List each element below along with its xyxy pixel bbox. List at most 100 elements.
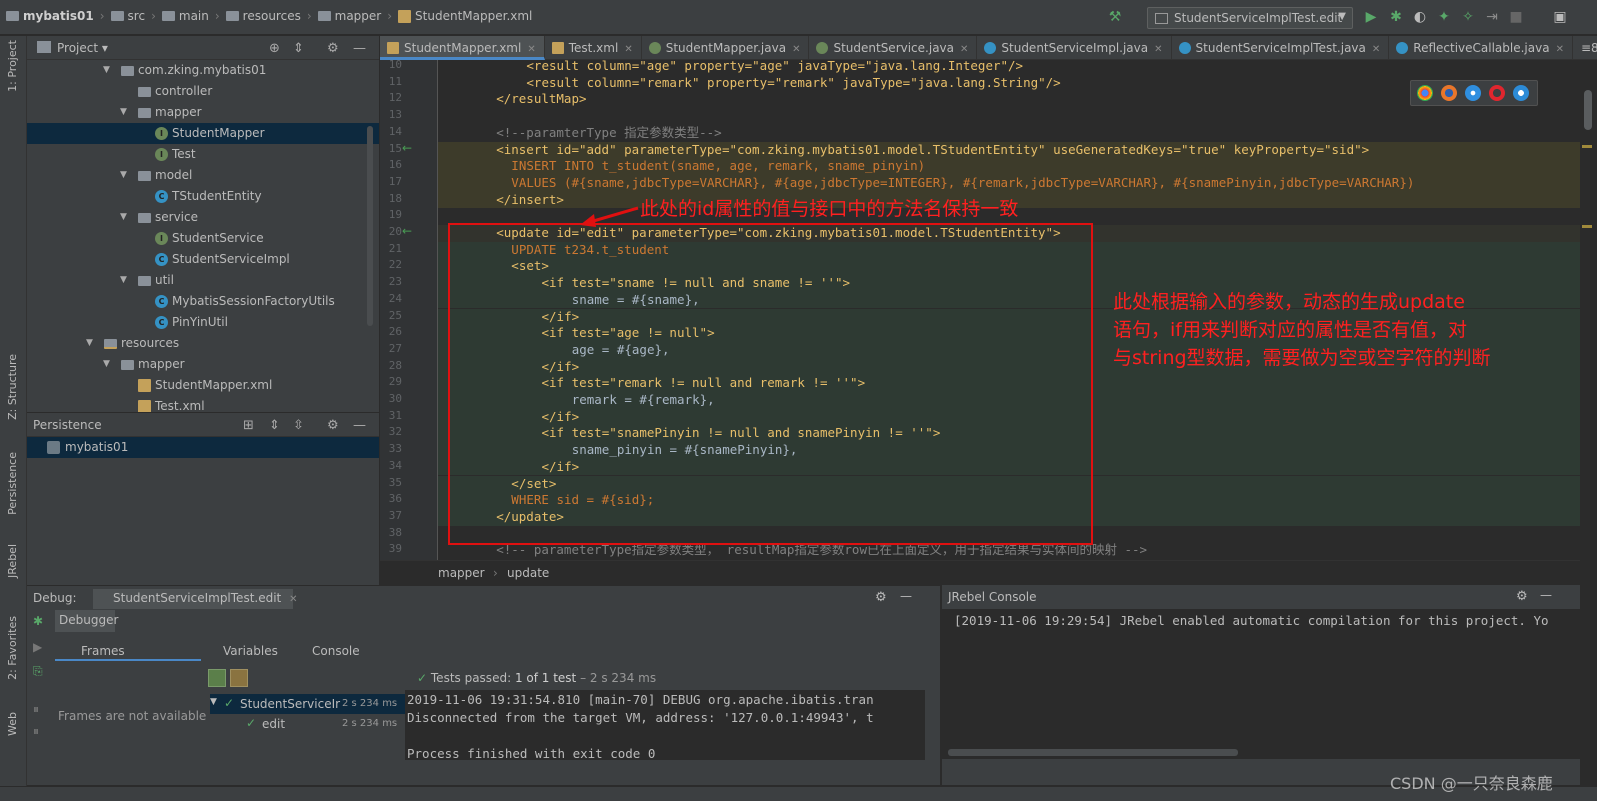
tree-item[interactable]: controller bbox=[27, 81, 379, 102]
chevron-down-icon[interactable]: ▼ bbox=[120, 270, 127, 291]
tabs-overflow[interactable]: ≡8 bbox=[1573, 36, 1597, 59]
expand-icon[interactable]: ⇕ bbox=[269, 418, 280, 433]
collapse-icon[interactable]: ⇳ bbox=[293, 418, 304, 433]
tree-item[interactable]: C StudentServiceImpl bbox=[27, 249, 379, 270]
tree-item[interactable]: ▼ resources bbox=[27, 333, 379, 354]
persistence-item[interactable]: mybatis01 bbox=[27, 437, 379, 458]
close-icon[interactable]: ✕ bbox=[960, 44, 968, 55]
project-structure-icon[interactable]: ▣ bbox=[1552, 9, 1568, 25]
tree-item[interactable]: ▼ service bbox=[27, 207, 379, 228]
tree-item[interactable]: I StudentMapper bbox=[27, 123, 379, 144]
tree-item[interactable]: C TStudentEntity bbox=[27, 186, 379, 207]
safari-icon[interactable] bbox=[1465, 85, 1481, 101]
run-icon[interactable]: ▶ bbox=[1363, 9, 1379, 25]
gear-icon[interactable]: ⚙ bbox=[875, 590, 887, 605]
close-icon[interactable]: ✕ bbox=[1556, 44, 1564, 55]
tree-scrollbar[interactable] bbox=[367, 126, 373, 326]
tree-item[interactable]: C MybatisSessionFactoryUtils bbox=[27, 291, 379, 312]
chevron-down-icon[interactable]: ▼ bbox=[103, 60, 110, 81]
gear-icon[interactable]: ⚙ bbox=[1516, 589, 1528, 604]
ignored-filter-icon[interactable] bbox=[230, 669, 248, 687]
editor-tab[interactable]: StudentMapper.xml ✕ bbox=[380, 36, 545, 60]
jrebel-debug-icon[interactable]: ✧ bbox=[1460, 9, 1476, 25]
tree-item[interactable]: ▼ mapper bbox=[27, 102, 379, 123]
stop-icon[interactable]: ■ bbox=[1508, 9, 1524, 25]
mute-icon[interactable]: ⏸ bbox=[33, 724, 39, 739]
close-icon[interactable]: ✕ bbox=[527, 44, 535, 55]
minimize-icon[interactable]: — bbox=[900, 589, 912, 603]
breadcrumb-item[interactable]: mybatis01 bbox=[6, 9, 94, 23]
build-hammer-icon[interactable]: ⚒ bbox=[1107, 9, 1123, 25]
frames-tab[interactable]: Frames bbox=[55, 641, 201, 661]
editor-tab[interactable]: StudentMapper.java ✕ bbox=[642, 36, 810, 60]
breadcrumb-item[interactable]: main bbox=[161, 9, 209, 23]
chevron-down-icon[interactable]: ▼ bbox=[120, 207, 127, 228]
minimize-icon[interactable]: — bbox=[353, 41, 366, 56]
editor-tab[interactable]: StudentServiceImplTest.java ✕ bbox=[1172, 36, 1390, 60]
locate-icon[interactable]: ⊕ bbox=[269, 41, 280, 56]
attach-icon[interactable]: ⇥ bbox=[1484, 9, 1500, 25]
gear-icon[interactable]: ⚙ bbox=[327, 418, 339, 433]
chevron-down-icon[interactable]: ▼ bbox=[120, 165, 127, 186]
chevron-down-icon[interactable]: ▼ bbox=[103, 354, 110, 375]
diagram-icon[interactable]: ⊞ bbox=[243, 418, 254, 433]
pause-icon[interactable]: ⏸ bbox=[33, 702, 39, 717]
test-row[interactable]: ▼ ✓ StudentServiceIr 2 s 234 ms bbox=[210, 694, 420, 714]
editor-scrollbar[interactable] bbox=[1580, 60, 1597, 585]
tree-item[interactable]: ▼ util bbox=[27, 270, 379, 291]
breadcrumb-item[interactable]: src bbox=[110, 9, 145, 23]
breadcrumb-item[interactable]: resources bbox=[225, 9, 301, 23]
implementation-arrow-icon[interactable]: ← bbox=[402, 224, 412, 238]
test-row[interactable]: ✓ edit 2 s 234 ms bbox=[210, 714, 420, 734]
collapse-icon[interactable]: ⇕ bbox=[293, 41, 304, 56]
close-icon[interactable]: ✕ bbox=[1154, 44, 1162, 55]
gear-icon[interactable]: ⚙ bbox=[327, 41, 339, 56]
editor-tab[interactable]: StudentServiceImpl.java ✕ bbox=[977, 36, 1172, 60]
console-tab[interactable]: Console bbox=[292, 641, 372, 661]
rerun-icon[interactable]: ✱ bbox=[33, 614, 43, 628]
resume-icon[interactable]: ▶ bbox=[33, 640, 42, 654]
implementation-arrow-icon[interactable]: ← bbox=[402, 141, 412, 155]
tab-persistence[interactable]: Persistence bbox=[6, 452, 19, 515]
jrebel-console-output[interactable]: [2019-11-06 19:29:54] JRebel enabled aut… bbox=[942, 609, 1581, 759]
tree-item[interactable]: C PinYinUtil bbox=[27, 312, 379, 333]
minimize-icon[interactable]: — bbox=[1540, 588, 1552, 602]
breadcrumb-item[interactable]: mapper bbox=[317, 9, 381, 23]
breadcrumb-mapper[interactable]: mapper bbox=[438, 566, 485, 580]
tree-item[interactable]: ▼ com.zking.mybatis01 bbox=[27, 60, 379, 81]
opera-icon[interactable] bbox=[1489, 85, 1505, 101]
project-panel-title[interactable]: Project ▾ bbox=[57, 41, 108, 55]
ie-icon[interactable] bbox=[1513, 85, 1529, 101]
tree-item[interactable]: ▼ model bbox=[27, 165, 379, 186]
scrollbar-thumb[interactable] bbox=[1584, 90, 1592, 130]
stop-icon[interactable]: ⎘ bbox=[33, 664, 43, 679]
tree-item[interactable]: I Test bbox=[27, 144, 379, 165]
minimize-icon[interactable]: — bbox=[353, 418, 366, 433]
tab-structure[interactable]: Z: Structure bbox=[6, 354, 19, 420]
debug-bug-icon[interactable]: ✱ bbox=[1388, 9, 1404, 25]
editor-tab[interactable]: Test.xml ✕ bbox=[545, 36, 642, 60]
editor-tab[interactable]: ReflectiveCallable.java ✕ bbox=[1389, 36, 1573, 60]
close-icon[interactable]: ✕ bbox=[792, 44, 800, 55]
debugger-tab[interactable]: Debugger bbox=[55, 610, 118, 632]
tab-favorites[interactable]: 2: Favorites bbox=[6, 616, 19, 680]
tree-item[interactable]: StudentMapper.xml bbox=[27, 375, 379, 396]
tab-web[interactable]: Web bbox=[6, 712, 19, 736]
passed-filter-icon[interactable] bbox=[208, 669, 226, 687]
chrome-icon[interactable] bbox=[1417, 85, 1433, 101]
breadcrumb-item[interactable]: StudentMapper.xml bbox=[398, 9, 532, 23]
close-icon[interactable]: ✕ bbox=[624, 44, 632, 55]
horizontal-scrollbar[interactable] bbox=[948, 749, 1238, 756]
firefox-icon[interactable] bbox=[1441, 85, 1457, 101]
debug-config-tab[interactable]: StudentServiceImplTest.edit ✕ bbox=[93, 589, 297, 609]
tab-jrebel[interactable]: JRebel bbox=[6, 544, 19, 578]
coverage-icon[interactable]: ◐ bbox=[1412, 9, 1428, 25]
console-output[interactable]: 2019-11-06 19:31:54.810 [main-70] DEBUG … bbox=[405, 690, 925, 760]
tree-item[interactable]: I StudentService bbox=[27, 228, 379, 249]
breadcrumb-update[interactable]: update bbox=[507, 566, 549, 580]
chevron-down-icon[interactable]: ▼ bbox=[86, 333, 93, 354]
tree-item[interactable]: ▼ mapper bbox=[27, 354, 379, 375]
editor-tab[interactable]: StudentService.java ✕ bbox=[809, 36, 978, 60]
run-configuration-select[interactable]: StudentServiceImplTest.edit ▼ bbox=[1147, 7, 1353, 29]
tab-project[interactable]: 1: Project bbox=[6, 40, 19, 92]
